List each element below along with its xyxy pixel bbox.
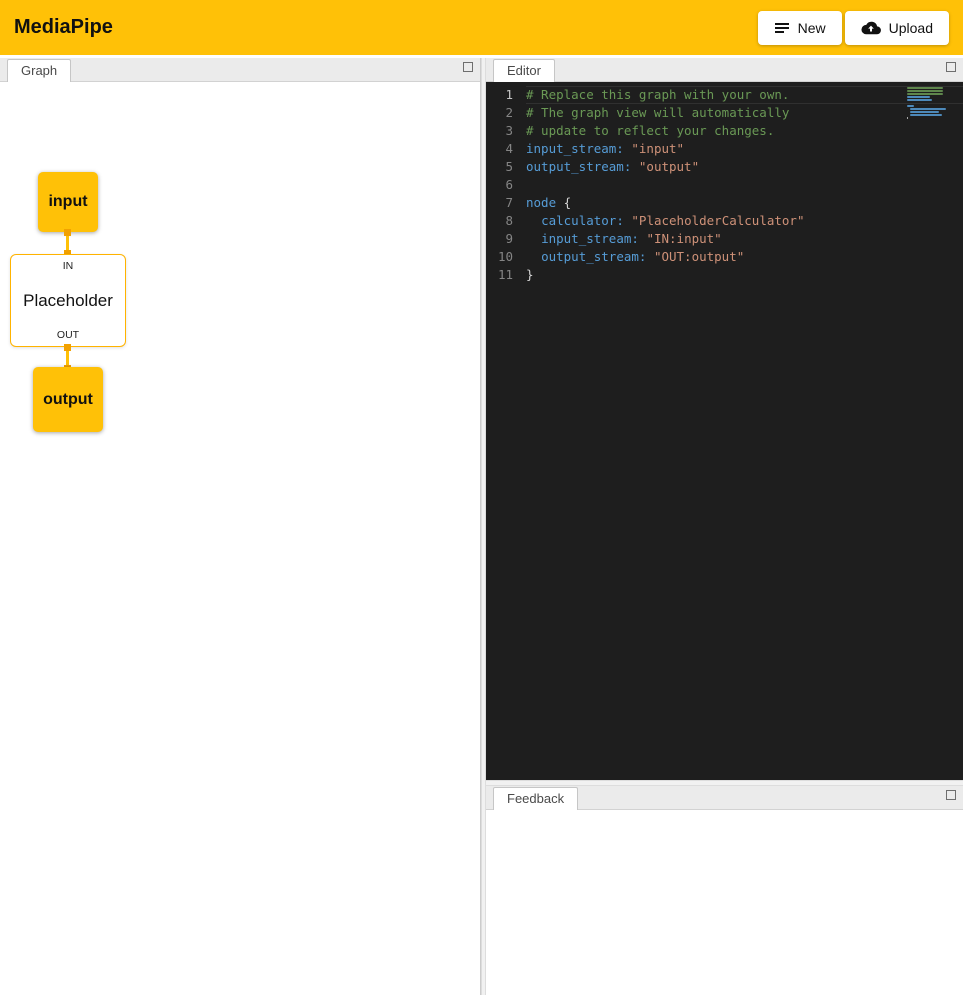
code-line[interactable]: calculator: "PlaceholderCalculator" [526,212,963,230]
graph-node-input[interactable]: input [38,172,98,232]
edge-port-square [64,229,71,236]
editor-panel: Editor 1234567891011 # Replace this grap… [486,58,963,780]
graph-canvas[interactable]: input IN Placeholder OUT [0,82,480,995]
code-line[interactable]: node { [526,194,963,212]
workspace: Graph input IN Placeholder OUT [0,55,963,995]
code-line[interactable]: output_stream: "OUT:output" [526,248,963,266]
maximize-icon[interactable] [946,62,956,72]
feedback-content [486,810,963,995]
graph-edge-input-placeholder [64,229,71,257]
code-line[interactable]: # update to reflect your changes. [526,122,963,140]
graph-node-output[interactable]: output [33,367,103,432]
new-button-label: New [798,20,826,36]
code-line[interactable]: input_stream: "IN:input" [526,230,963,248]
upload-button-label: Upload [889,20,933,36]
editor-panel-tabbar: Editor [486,58,963,82]
tab-editor[interactable]: Editor [493,59,555,82]
code-line[interactable]: # Replace this graph with your own. [526,86,963,104]
tab-graph[interactable]: Graph [7,59,71,82]
editor-lines[interactable]: # Replace this graph with your own.# The… [526,86,963,780]
code-editor[interactable]: 1234567891011 # Replace this graph with … [486,82,963,780]
app-title: MediaPipe [14,16,113,39]
app-header: MediaPipe New Upload [0,0,963,55]
code-line[interactable]: input_stream: "input" [526,140,963,158]
node-input-label: input [48,193,87,211]
upload-button[interactable]: Upload [845,11,949,45]
graph-panel: Graph input IN Placeholder OUT [0,58,481,995]
in-port-label: IN [63,260,74,272]
list-lines-icon [774,21,790,35]
out-port-label: OUT [57,329,79,341]
graph-panel-tabbar: Graph [0,58,480,82]
cloud-upload-icon [861,21,881,35]
code-line[interactable]: output_stream: "output" [526,158,963,176]
maximize-icon[interactable] [463,62,473,72]
code-line[interactable]: } [526,266,963,284]
node-placeholder-label: Placeholder [23,291,113,311]
editor-minimap[interactable] [907,87,945,120]
node-output-label: output [43,391,93,409]
tab-feedback[interactable]: Feedback [493,787,578,810]
feedback-panel: Feedback [486,786,963,995]
code-line[interactable] [526,176,963,194]
graph-node-placeholder[interactable]: IN Placeholder OUT [10,254,126,347]
new-button[interactable]: New [758,11,842,45]
editor-gutter: 1234567891011 [486,86,526,780]
maximize-icon[interactable] [946,790,956,800]
mediapipe-visualizer: MediaPipe New Upload [0,0,963,995]
code-line[interactable]: # The graph view will automatically [526,104,963,122]
feedback-panel-tabbar: Feedback [486,786,963,810]
right-column: Editor 1234567891011 # Replace this grap… [486,58,963,995]
edge-port-square [64,344,71,351]
